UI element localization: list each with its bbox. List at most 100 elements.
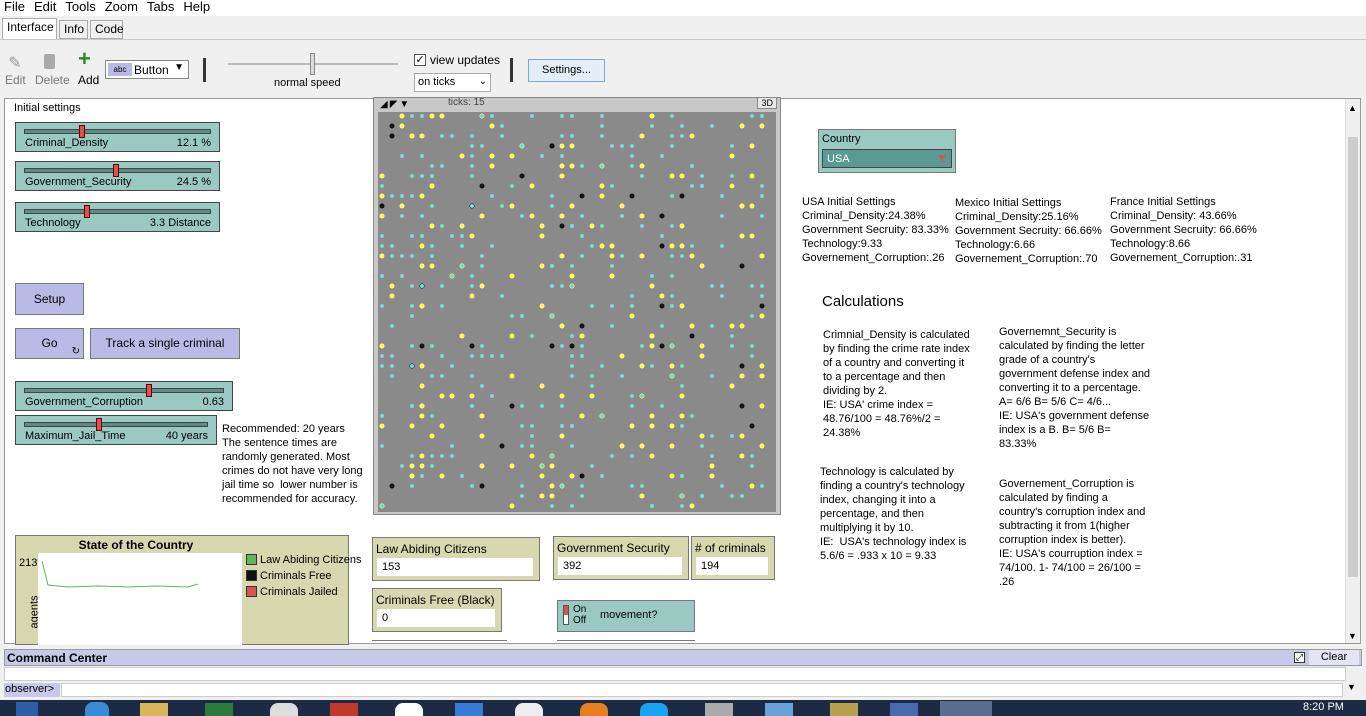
citizen-agent	[470, 134, 474, 138]
speed-thumb[interactable]	[310, 53, 315, 75]
scroll-down-icon[interactable]: ▼	[1348, 631, 1357, 641]
pencil-icon[interactable]: ✎	[6, 53, 24, 72]
3d-button[interactable]: 3D	[757, 97, 777, 109]
menu-edit[interactable]: Edit	[30, 0, 61, 14]
command-input[interactable]	[61, 683, 1343, 697]
government-corruption-slider[interactable]: Government_Corruption 0.63	[15, 381, 233, 411]
slider-name: Government_Corruption	[25, 396, 144, 408]
switch-track[interactable]	[563, 605, 569, 625]
note-line: Criminal_Density:24.38%	[802, 210, 926, 222]
citizen-agent	[560, 134, 564, 138]
app-icon[interactable]	[515, 703, 543, 716]
police-agent	[419, 413, 425, 419]
citizen-agent	[470, 404, 474, 408]
citizen-agent	[380, 444, 384, 448]
settings-button[interactable]: Settings...	[528, 59, 605, 82]
firefox-icon[interactable]	[580, 703, 608, 716]
track-criminal-button[interactable]: Track a single criminal	[90, 328, 240, 359]
app-icon[interactable]	[890, 703, 918, 716]
police-agent	[539, 473, 545, 479]
citizen-agent	[410, 174, 414, 178]
criminal-density-slider[interactable]: Criminal_Density 12.1 %	[15, 122, 220, 152]
menu-zoom[interactable]: Zoom	[101, 0, 143, 14]
citizen-agent	[550, 194, 554, 198]
world-view-frame: ◢◤▼ ticks: 15 3D	[373, 97, 781, 515]
add-icon[interactable]: +	[78, 48, 91, 70]
criminal-agent	[579, 473, 585, 479]
citizen-agent	[570, 354, 574, 358]
slider-thumb[interactable]	[145, 384, 152, 397]
button-widget-icon: abc	[108, 63, 132, 76]
view-controls-icon[interactable]: ◢◤▼	[380, 99, 411, 110]
browser-icon[interactable]	[85, 702, 109, 716]
chooser-select[interactable]: USA ▼	[822, 149, 952, 168]
netlogo-task-icon[interactable]	[940, 701, 992, 716]
menu-file[interactable]: File	[0, 0, 30, 14]
app-icon[interactable]	[765, 703, 793, 716]
app-icon[interactable]	[705, 703, 733, 716]
citizen-agent	[720, 484, 724, 488]
app-icon[interactable]	[205, 703, 233, 716]
chevron-down-icon[interactable]: ▼	[1347, 682, 1356, 692]
trash-icon[interactable]	[44, 54, 55, 69]
app-icon[interactable]	[455, 703, 483, 716]
technology-slider[interactable]: Technology 3.3 Distance	[15, 202, 220, 232]
app-icon[interactable]	[270, 703, 298, 716]
widget-type-select[interactable]: abc Button ▼	[105, 60, 189, 79]
police-agent	[689, 503, 695, 509]
world-view[interactable]	[378, 112, 776, 512]
government-security-slider[interactable]: Government_Security 24.5 %	[15, 161, 220, 191]
expand-icon[interactable]: ⤢	[1294, 652, 1305, 663]
switch-knob[interactable]	[564, 606, 568, 615]
police-agent	[569, 163, 575, 169]
monitor-edge	[372, 640, 507, 644]
police-agent	[469, 293, 475, 299]
folder-icon[interactable]	[140, 703, 168, 716]
citizen-agent	[750, 354, 754, 358]
criminal-agent	[659, 213, 665, 219]
citizen-agent	[620, 254, 624, 258]
go-button[interactable]: Go ↻	[15, 328, 84, 359]
citizen-agent	[730, 494, 734, 498]
update-mode-select[interactable]: on ticks ⌄	[414, 73, 491, 92]
citizen-agent	[380, 274, 384, 278]
delete-button[interactable]: Delete	[35, 73, 70, 87]
scroll-thumb[interactable]	[1348, 137, 1358, 577]
menu-tabs[interactable]: Tabs	[143, 0, 179, 14]
citizen-agent	[520, 314, 524, 318]
citizen-agent	[560, 114, 564, 118]
police-agent	[749, 483, 755, 489]
country-chooser[interactable]: Country USA ▼	[818, 129, 956, 173]
maximum-jail-time-slider[interactable]: Maximum_Jail_Time 40 years	[15, 415, 217, 445]
app-icon[interactable]	[640, 703, 668, 716]
scroll-up-icon[interactable]: ▲	[1348, 103, 1357, 113]
setup-button[interactable]: Setup	[15, 283, 84, 315]
add-button[interactable]: Add	[78, 73, 99, 87]
observer-prompt[interactable]: observer>	[4, 683, 60, 697]
slider-thumb[interactable]	[84, 205, 91, 218]
police-agent	[729, 183, 735, 189]
citizen-agent	[530, 334, 534, 338]
menu-tools[interactable]: Tools	[61, 0, 100, 14]
movement-switch[interactable]: On Off movement?	[557, 600, 695, 632]
police-agent	[539, 233, 545, 239]
tab-code[interactable]: Code	[90, 20, 124, 39]
police-agent	[699, 343, 705, 349]
slider-value: 12.1 %	[176, 137, 211, 149]
app-icon[interactable]	[330, 703, 358, 716]
edit-button[interactable]: Edit	[5, 73, 26, 87]
start-icon[interactable]	[16, 702, 38, 716]
citizen-agent	[690, 184, 694, 188]
vertical-scrollbar[interactable]: ▲ ▼	[1345, 99, 1360, 643]
tab-info[interactable]: Info	[59, 20, 88, 39]
menu-help[interactable]: Help	[179, 0, 215, 14]
clear-button[interactable]: Clear	[1309, 650, 1359, 665]
view-updates-checkbox[interactable]: ✓	[414, 54, 426, 66]
app-icon[interactable]	[395, 703, 423, 716]
slider-value: 3.3 Distance	[149, 217, 211, 229]
app-icon[interactable]	[830, 703, 858, 716]
tab-interface[interactable]: Interface	[2, 18, 57, 39]
citizen-agent	[380, 504, 384, 508]
citizen-agent	[420, 114, 424, 118]
police-agent	[509, 273, 515, 279]
